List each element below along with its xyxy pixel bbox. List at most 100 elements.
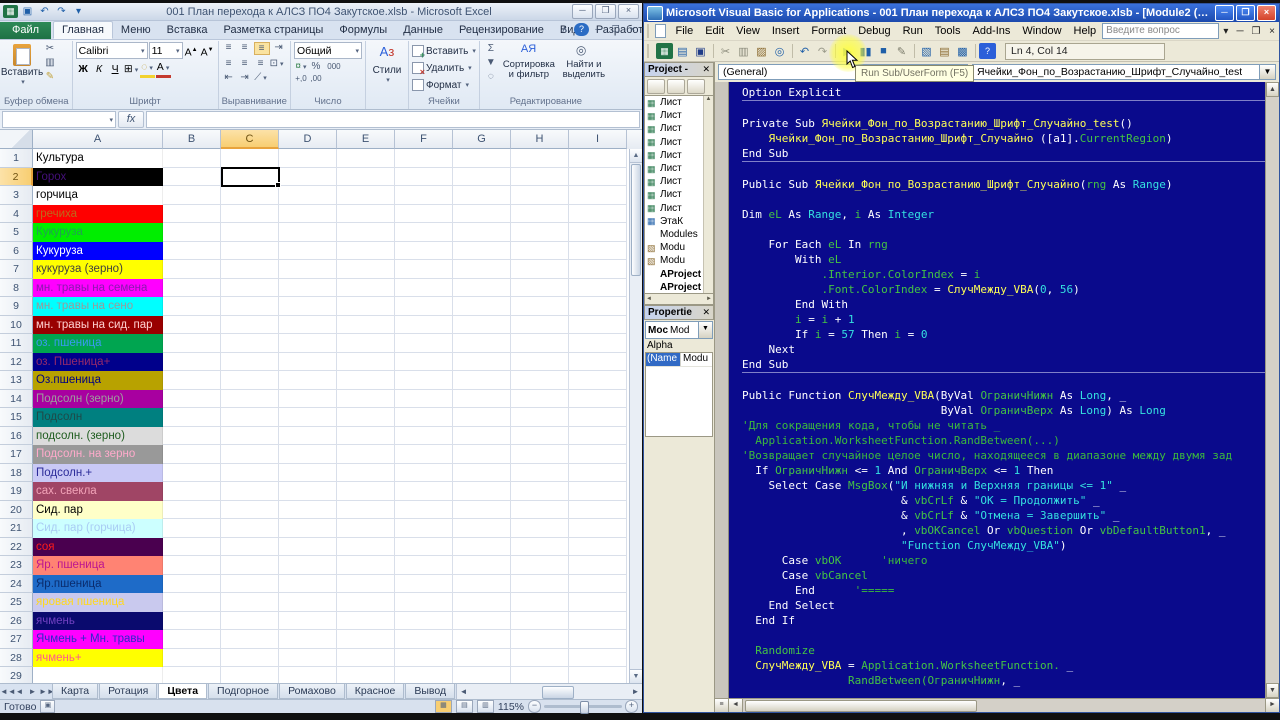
cell[interactable]: [163, 648, 221, 667]
cell-A15[interactable]: Подсолн: [33, 408, 163, 427]
redo-icon[interactable]: ↷: [814, 43, 831, 59]
cell[interactable]: [337, 482, 395, 501]
code-line-25[interactable]: 'Возвращает случайное целое число, наход…: [742, 448, 1265, 463]
cell[interactable]: [163, 574, 221, 593]
cell[interactable]: [511, 537, 569, 556]
code-line-14[interactable]: .Font.ColorIndex = СлучМежду_VBA(0, 56): [742, 282, 1265, 297]
cell[interactable]: [569, 334, 627, 353]
cell[interactable]: [569, 463, 627, 482]
cell[interactable]: [279, 371, 337, 390]
cell[interactable]: [163, 537, 221, 556]
cell[interactable]: [221, 648, 279, 667]
menu-Help[interactable]: Help: [1068, 24, 1103, 38]
row-header-9[interactable]: 9: [0, 297, 33, 316]
menu-View[interactable]: View: [730, 24, 766, 38]
cell[interactable]: [395, 241, 453, 260]
cell[interactable]: [337, 445, 395, 464]
cell[interactable]: [163, 167, 221, 186]
code-line-3[interactable]: Private Sub Ячейки_Фон_по_Возрастанию_Шр…: [742, 116, 1265, 131]
cell-A27[interactable]: Ячмень + Мн. травы: [33, 630, 163, 649]
cell[interactable]: [337, 426, 395, 445]
cell[interactable]: [453, 667, 511, 683]
cell-A25[interactable]: яровая пшеница: [33, 593, 163, 612]
cell[interactable]: [221, 593, 279, 612]
cell[interactable]: [279, 667, 337, 683]
restore-icon[interactable]: ❐: [608, 23, 623, 36]
cell[interactable]: [395, 167, 453, 186]
undo-icon[interactable]: ↶: [37, 5, 52, 18]
code-line-7[interactable]: Public Sub Ячейки_Фон_по_Возрастанию_Шри…: [742, 177, 1265, 192]
code-line-34[interactable]: End '=====: [742, 583, 1265, 598]
cell-A1[interactable]: Культура: [33, 149, 163, 168]
cell[interactable]: [221, 426, 279, 445]
excel-icon[interactable]: ▦: [656, 43, 673, 59]
code-editor[interactable]: Option Explicit Private Sub Ячейки_Фон_п…: [729, 82, 1265, 698]
cell[interactable]: [279, 204, 337, 223]
view-object-button[interactable]: [667, 79, 685, 94]
cell[interactable]: [163, 186, 221, 205]
cell[interactable]: [337, 556, 395, 575]
cell-A19[interactable]: сах. свекла: [33, 482, 163, 501]
cell[interactable]: [453, 389, 511, 408]
macro-record-icon[interactable]: ▣: [40, 700, 56, 713]
cell[interactable]: [511, 556, 569, 575]
sheet-tab-Ротация[interactable]: Ротация: [99, 684, 158, 699]
scroll-up-icon[interactable]: ▲: [1266, 82, 1279, 97]
format-cells-button[interactable]: Формат ▾: [411, 78, 469, 92]
clear-icon[interactable]: ◌: [483, 70, 499, 84]
code-line-27[interactable]: Select Case MsgBox("И нижняя и Верхняя г…: [742, 478, 1265, 493]
cell[interactable]: [511, 186, 569, 205]
row-header-19[interactable]: 19: [0, 482, 33, 501]
cell-A13[interactable]: Оз.пшеница: [33, 371, 163, 390]
zoom-slider[interactable]: − +: [528, 700, 638, 714]
column-header-I[interactable]: I: [569, 130, 627, 149]
properties-alphabetic-tab[interactable]: Alpha: [644, 339, 714, 352]
code-line-35[interactable]: End Select: [742, 598, 1265, 613]
column-header-E[interactable]: E: [337, 130, 395, 149]
cell[interactable]: [221, 574, 279, 593]
cell[interactable]: [221, 297, 279, 316]
code-line-26[interactable]: If ОграничНижн <= 1 And ОграничВерх <= 1…: [742, 463, 1265, 478]
cell[interactable]: [279, 463, 337, 482]
code-line-4[interactable]: Ячейки_Фон_по_Возрастанию_Шрифт_Случайно…: [742, 131, 1265, 146]
cell[interactable]: [395, 315, 453, 334]
insert-cells-button[interactable]: Вставить▾: [411, 44, 476, 60]
code-line-11[interactable]: For Each eL In rng: [742, 237, 1265, 252]
selected-cell-C2[interactable]: [221, 167, 281, 188]
cell[interactable]: [221, 352, 279, 371]
project-explorer-icon[interactable]: ▧: [918, 43, 935, 59]
cell[interactable]: [221, 630, 279, 649]
cell[interactable]: [453, 315, 511, 334]
scroll-right-icon[interactable]: ►: [629, 684, 642, 699]
code-line-17[interactable]: If i = 57 Then i = 0: [742, 327, 1265, 342]
cell[interactable]: [511, 426, 569, 445]
cell[interactable]: [337, 167, 395, 186]
scroll-left-icon[interactable]: ◄: [457, 684, 470, 699]
cell[interactable]: [511, 167, 569, 186]
design-mode-icon[interactable]: ✎: [893, 43, 910, 59]
cell[interactable]: [337, 149, 395, 168]
cell[interactable]: [279, 408, 337, 427]
cell[interactable]: [279, 260, 337, 279]
view-excel-object-icon[interactable]: ▤: [674, 43, 691, 59]
normal-view-button[interactable]: ▦: [434, 700, 452, 713]
increase-decimal-icon[interactable]: +,0: [294, 74, 308, 83]
column-header-H[interactable]: H: [511, 130, 569, 149]
sheet-tab-Подгорное[interactable]: Подгорное: [208, 684, 279, 699]
number-format-combo[interactable]: Общий ▾: [293, 42, 362, 59]
spreadsheet-grid[interactable]: 1 Культура 2 Горох 3 горчица 4 гречиха 5 Кукуруза…: [0, 149, 642, 683]
cell[interactable]: [569, 204, 627, 223]
cell[interactable]: [221, 537, 279, 556]
code-line-39[interactable]: СлучМежду_VBA = Application.WorksheetFun…: [742, 658, 1265, 673]
cell[interactable]: [163, 445, 221, 464]
cell[interactable]: [337, 648, 395, 667]
cell[interactable]: [395, 445, 453, 464]
scroll-down-icon[interactable]: ▼: [630, 669, 642, 683]
cell[interactable]: [453, 149, 511, 168]
cell[interactable]: [511, 611, 569, 630]
cell[interactable]: [279, 648, 337, 667]
cell[interactable]: [453, 482, 511, 501]
code-line-32[interactable]: Case vbOK 'ничего: [742, 553, 1265, 568]
code-line-2[interactable]: [742, 100, 1265, 116]
cell[interactable]: [453, 426, 511, 445]
